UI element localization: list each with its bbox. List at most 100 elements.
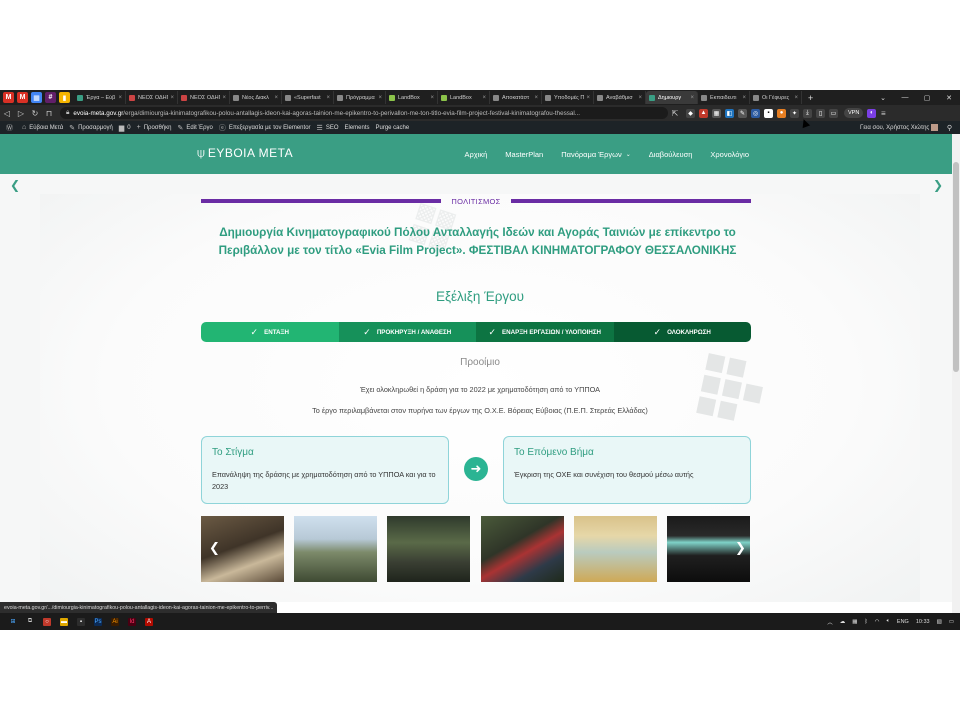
browser-tab[interactable]: ΝΕΟΣ ΟΔΗΓ × (126, 91, 178, 104)
tab-search-icon[interactable]: ⌄ (872, 94, 894, 102)
wp-edit-link[interactable]: ✎ Edit Έργο (178, 124, 213, 132)
extension-pen-icon[interactable]: ✎ (738, 108, 747, 118)
wp-purge-link[interactable]: Purge cache (376, 125, 410, 131)
slack-icon[interactable]: # (45, 92, 56, 103)
extension-orange-icon[interactable]: ● (777, 108, 786, 118)
browser-tab[interactable]: Νέος Διακλ × (230, 91, 282, 104)
wp-elements-link[interactable]: Elements (344, 125, 369, 131)
tab-close-icon[interactable]: × (326, 95, 330, 101)
vpn-button[interactable]: VPN (844, 108, 864, 118)
next-project-arrow-icon[interactable]: ❯ (933, 178, 943, 192)
site-logo[interactable]: ⍦ ΕΥΒΟΙΑ ΜΕΤΑ (197, 145, 293, 161)
task-view-icon[interactable]: ⧉ (26, 618, 34, 626)
wordpress-logo-icon[interactable]: Ⓦ (6, 123, 16, 133)
tab-close-icon[interactable]: × (794, 95, 798, 101)
nav-item[interactable]: Διαβούλευση (649, 150, 693, 159)
tab-close-icon[interactable]: × (690, 95, 694, 101)
browser-tab[interactable]: Εκπαιδευτι × (698, 91, 750, 104)
extension-white-icon[interactable]: ▪ (764, 108, 773, 118)
extension-swirl-icon[interactable]: ◎ (751, 108, 760, 118)
download-icon[interactable]: ⤓ (803, 108, 812, 118)
gallery-next-icon[interactable]: ❯ (735, 540, 746, 556)
calendar-icon[interactable]: ▦ (31, 92, 42, 103)
keep-icon[interactable]: ▮ (59, 92, 70, 103)
wp-site-link[interactable]: ⌂ Εύβοια Μετά (22, 124, 63, 131)
browser-tab[interactable]: Οι Γέφυρες × (750, 91, 802, 104)
tray-clock[interactable]: 10:33 (916, 619, 930, 625)
nav-item[interactable]: Χρονολόγιο (710, 150, 749, 159)
acrobat-icon[interactable]: A (145, 617, 153, 626)
back-icon[interactable]: ◁ (0, 109, 14, 118)
tray-wifi-icon[interactable]: ◠ (875, 619, 880, 625)
browser-tab[interactable]: Δημιουργ × (646, 91, 698, 104)
nav-item[interactable]: Πανόραμα Έργων ⌄ (561, 150, 631, 159)
tab-close-icon[interactable]: × (118, 95, 122, 101)
gallery-photo-4[interactable] (481, 516, 564, 582)
new-tab-button[interactable]: + (808, 93, 813, 103)
photoshop-icon[interactable]: Ps (94, 617, 102, 626)
gmail-icon[interactable]: M (17, 92, 28, 103)
windows-start-icon[interactable]: ⊞ (9, 618, 17, 626)
tray-focus-icon[interactable]: ▧ (937, 619, 942, 625)
bookmark-icon[interactable]: ⊓ (42, 109, 56, 118)
tab-close-icon[interactable]: × (222, 95, 226, 101)
search-icon[interactable]: ⚲ (947, 124, 952, 132)
browser-tab[interactable]: LandBox × (438, 91, 490, 104)
wp-customize-link[interactable]: ✎ Προσαρμογή (69, 124, 113, 132)
profile-icon[interactable]: ◐ (867, 108, 877, 118)
wp-user-greeting[interactable]: Γεια σου, Χρήστος Χιώτης (860, 123, 938, 131)
indesign-icon[interactable]: Id (128, 617, 136, 626)
minimize-icon[interactable]: — (894, 94, 916, 101)
tab-close-icon[interactable]: × (638, 95, 642, 101)
tab-close-icon[interactable]: × (170, 95, 174, 101)
gmail-icon[interactable]: M (3, 92, 14, 103)
maximize-icon[interactable]: ▢ (916, 94, 938, 102)
extension-blue-icon[interactable]: ◧ (725, 108, 734, 118)
nav-item[interactable]: Αρχική (464, 150, 487, 159)
wallet-icon[interactable]: ▭ (829, 108, 838, 118)
tray-cloud-icon[interactable]: ☁ (840, 619, 846, 625)
url-bar[interactable]: 🔒︎ evoia-meta.gov.gr /erga/dimiourgia-ki… (60, 107, 668, 119)
tray-language[interactable]: ENG (897, 619, 909, 625)
extension-red-icon[interactable]: ▲ (699, 108, 708, 118)
gallery-photo-2[interactable] (294, 516, 377, 582)
browser-tab[interactable]: LandBox × (386, 91, 438, 104)
category-label[interactable]: ΠΟΛΙΤΙΣΜΟΣ (441, 197, 510, 206)
tab-close-icon[interactable]: × (534, 95, 538, 101)
extensions-puzzle-icon[interactable]: ✦ (790, 108, 799, 118)
forward-icon[interactable]: ▷ (14, 109, 28, 118)
browser-tab[interactable]: ΝΕΟΣ ΟΔΗΓ × (178, 91, 230, 104)
browser-tab[interactable]: Αναβάθμισ × (594, 91, 646, 104)
scroll-thumb[interactable] (953, 162, 959, 372)
tab-close-icon[interactable]: × (742, 95, 746, 101)
page-scrollbar[interactable] (952, 134, 960, 613)
share-icon[interactable]: ⇱ (668, 109, 682, 118)
browser-tab[interactable]: Υποδομές Π × (542, 91, 594, 104)
menu-icon[interactable]: ≡ (876, 109, 890, 118)
file-explorer-icon[interactable]: ▬ (60, 617, 68, 626)
sidebar-icon[interactable]: ▯ (816, 108, 825, 118)
tab-close-icon[interactable]: × (586, 95, 590, 101)
gallery-photo-5[interactable] (574, 516, 657, 582)
nav-item[interactable]: MasterPlan (505, 150, 543, 159)
wp-seo-link[interactable]: ☰ SEO (317, 124, 339, 132)
wp-comments-link[interactable]: ▆ 0 (119, 124, 131, 132)
browser-tab[interactable]: Πρόγραμμα × (334, 91, 386, 104)
notifications-icon[interactable]: ▭ (949, 619, 954, 625)
tab-close-icon[interactable]: × (274, 95, 278, 101)
wp-new-link[interactable]: + Προσθήκη (137, 124, 172, 131)
gallery-prev-icon[interactable]: ❮ (209, 540, 220, 556)
extension-gray-icon[interactable]: ▦ (712, 108, 721, 118)
tab-close-icon[interactable]: × (482, 95, 486, 101)
shield-icon[interactable]: ◆ (686, 108, 695, 118)
browser-tab[interactable]: Αποκατάστ × (490, 91, 542, 104)
browser-tab[interactable]: Έργα – Εύβ × (74, 91, 126, 104)
reload-icon[interactable]: ↻ (28, 109, 42, 118)
tray-volume-icon[interactable]: 🔈︎ (887, 618, 890, 625)
browser-tab[interactable]: «Superfast × (282, 91, 334, 104)
gallery-photo-3[interactable] (387, 516, 470, 582)
tab-close-icon[interactable]: × (430, 95, 434, 101)
tray-bluetooth-icon[interactable]: ᛒ (864, 619, 867, 625)
close-window-icon[interactable]: ✕ (938, 94, 960, 102)
opera-taskbar-icon[interactable]: ○ (43, 617, 51, 626)
